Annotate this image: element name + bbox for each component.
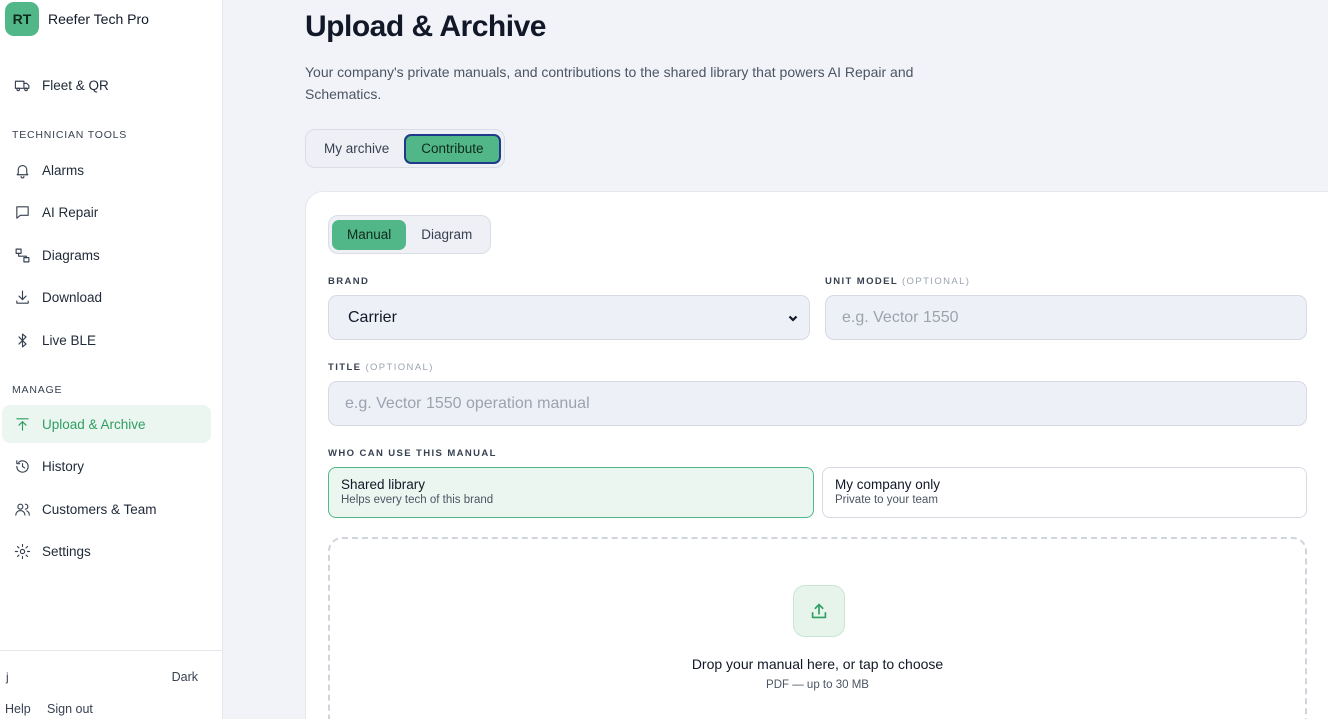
sidebar-item-label: AI Repair [42, 204, 99, 220]
upload-icon [793, 585, 845, 637]
sidebar-item-label: Fleet & QR [42, 77, 109, 93]
access-label: WHO CAN USE THIS MANUAL [328, 448, 497, 459]
sidebar-item-label: Settings [42, 543, 91, 559]
sidebar-item-alarms[interactable]: Alarms [2, 151, 211, 189]
mode-tabs: My archive Contribute [305, 129, 505, 168]
diagram-icon [12, 245, 32, 265]
type-tabs: Manual Diagram [328, 215, 492, 254]
sidebar-item-label: Diagrams [42, 247, 100, 263]
sidebar-item-fleet-qr[interactable]: Fleet & QR [2, 66, 211, 104]
access-option-company-only[interactable]: My company only Private to your team [822, 467, 1307, 518]
upload-icon [12, 414, 32, 434]
optional-tag: (OPTIONAL) [901, 276, 971, 287]
users-icon [12, 499, 32, 519]
sidebar-item-label: Alarms [42, 162, 85, 178]
page-subtitle: Your company's private manuals, and cont… [305, 64, 914, 102]
chevron-down-icon [788, 315, 798, 322]
access-option-subtitle: Helps every tech of this brand [341, 494, 494, 506]
tab-manual[interactable]: Manual [332, 219, 407, 250]
sidebar-item-diagrams[interactable]: Diagrams [2, 236, 211, 274]
chat-icon [12, 202, 32, 222]
page-title: Upload & Archive [305, 10, 546, 43]
file-dropzone[interactable]: Drop your manual here, or tap to choose … [328, 537, 1307, 719]
sidebar-item-label: Download [42, 289, 103, 305]
history-icon [12, 456, 32, 476]
brand[interactable]: RT Reefer Tech Pro [5, 2, 149, 36]
tab-contribute[interactable]: Contribute [404, 133, 501, 164]
sidebar-item-history[interactable]: History [2, 447, 211, 485]
tab-my-archive[interactable]: My archive [309, 134, 404, 164]
optional-tag: (OPTIONAL) [365, 362, 434, 373]
sidebar-item-live-ble[interactable]: Live BLE [2, 321, 211, 359]
section-label-manage: MANAGE [12, 384, 63, 396]
dark-mode-toggle[interactable]: Dark [172, 670, 198, 684]
sidebar-item-ai-repair[interactable]: AI Repair [2, 193, 211, 231]
bluetooth-icon [12, 330, 32, 350]
help-link[interactable]: Help [5, 702, 31, 716]
download-icon [12, 287, 32, 307]
gear-icon [12, 541, 32, 561]
brand-select-value: Carrier [348, 308, 397, 326]
dropzone-subtitle: PDF — up to 30 MB [766, 679, 869, 691]
bell-icon [12, 160, 32, 180]
truck-icon [12, 75, 32, 95]
sidebar-item-label: Live BLE [42, 332, 97, 348]
brand-name: Reefer Tech Pro [48, 11, 149, 27]
title-input[interactable]: e.g. Vector 1550 operation manual [328, 381, 1307, 426]
sidebar-item-label: Upload & Archive [42, 416, 146, 432]
brand-logo: RT [5, 2, 39, 36]
dropzone-title: Drop your manual here, or tap to choose [691, 656, 944, 672]
access-option-title: My company only [835, 477, 941, 492]
brand-select[interactable]: Carrier [328, 295, 810, 340]
sidebar: RT Reefer Tech Pro Fleet & QR TECHNICIAN… [0, 0, 223, 719]
sidebar-item-download[interactable]: Download [2, 278, 211, 316]
access-option-title: Shared library [341, 477, 426, 492]
tab-diagram[interactable]: Diagram [406, 220, 487, 250]
access-option-shared-library[interactable]: Shared library Helps every tech of this … [328, 467, 814, 518]
sidebar-item-label: Customers & Team [42, 501, 157, 517]
access-option-subtitle: Private to your team [835, 494, 938, 506]
sidebar-footer: j Dark Help Sign out [0, 650, 222, 719]
sign-out-link[interactable]: Sign out [47, 702, 93, 716]
unit-model-label: UNIT MODEL (OPTIONAL) [825, 276, 971, 287]
user-name: j [6, 670, 9, 684]
sidebar-item-upload-archive[interactable]: Upload & Archive [2, 405, 211, 443]
section-label-technician-tools: TECHNICIAN TOOLS [12, 129, 128, 141]
sidebar-item-customers-team[interactable]: Customers & Team [2, 490, 211, 528]
sidebar-item-settings[interactable]: Settings [2, 532, 211, 570]
title-label: TITLE (OPTIONAL) [328, 362, 434, 373]
unit-model-input[interactable]: e.g. Vector 1550 [825, 295, 1307, 340]
sidebar-item-label: History [42, 458, 85, 474]
brand-label: BRAND [328, 276, 370, 287]
